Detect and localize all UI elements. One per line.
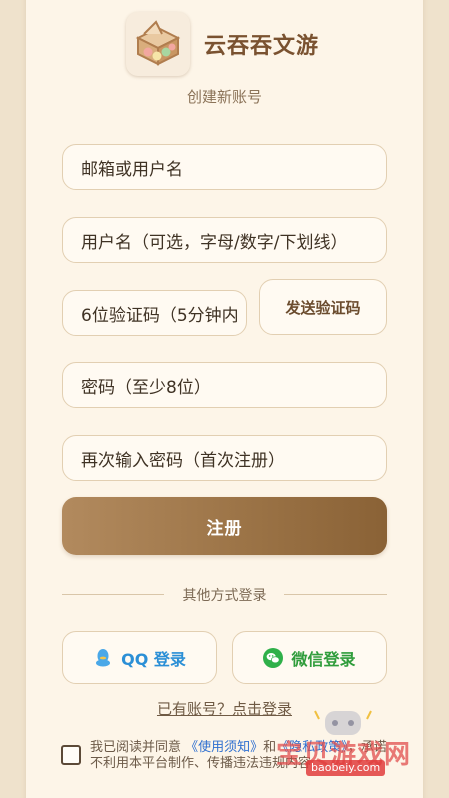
verification-code-placeholder: 6位验证码（5分钟内 — [81, 305, 239, 326]
register-button[interactable]: 注册 — [62, 497, 387, 555]
send-code-label: 发送验证码 — [285, 298, 361, 317]
qq-login-button[interactable]: QQ 登录 — [62, 631, 217, 684]
app-logo — [126, 12, 190, 76]
wechat-login-label: 微信登录 — [291, 649, 356, 669]
password-input[interactable]: 密码（至少8位） — [62, 362, 387, 408]
agreement-checkbox[interactable] — [61, 745, 81, 765]
qq-penguin-icon — [93, 648, 113, 668]
verification-code-input[interactable]: 6位验证码（5分钟内 — [62, 290, 247, 336]
divider-right — [284, 594, 387, 595]
agreement-prefix: 我已阅读并同意 — [90, 740, 182, 755]
email-input[interactable]: 邮箱或用户名 — [62, 144, 387, 190]
username-input[interactable]: 用户名（可选，字母/数字/下划线） — [62, 217, 387, 263]
app-title: 云吞吞文游 — [204, 34, 320, 59]
watermark-url: baobeiy.com — [306, 760, 386, 776]
terms-link[interactable]: 《使用须知》 — [185, 740, 263, 755]
password-confirm-placeholder: 再次输入密码（首次注册） — [81, 450, 285, 471]
bento-box-icon — [135, 20, 181, 66]
username-placeholder: 用户名（可选，字母/数字/下划线） — [81, 232, 348, 253]
send-code-button[interactable]: 发送验证码 — [259, 279, 387, 335]
page-subtitle: 创建新账号 — [186, 88, 262, 106]
register-label: 注册 — [206, 518, 243, 539]
other-login-label: 其他方式登录 — [182, 588, 267, 604]
wechat-login-button[interactable]: 微信登录 — [232, 631, 387, 684]
qq-login-label: QQ 登录 — [121, 649, 186, 669]
register-screen: 云吞吞文游 创建新账号 邮箱或用户名 用户名（可选，字母/数字/下划线） 6位验… — [0, 0, 449, 798]
password-confirm-input[interactable]: 再次输入密码（首次注册） — [62, 435, 387, 481]
wechat-icon — [263, 647, 284, 668]
agreement-middle: 和 — [263, 740, 277, 755]
password-placeholder: 密码（至少8位） — [81, 377, 211, 398]
email-placeholder: 邮箱或用户名 — [81, 159, 183, 180]
